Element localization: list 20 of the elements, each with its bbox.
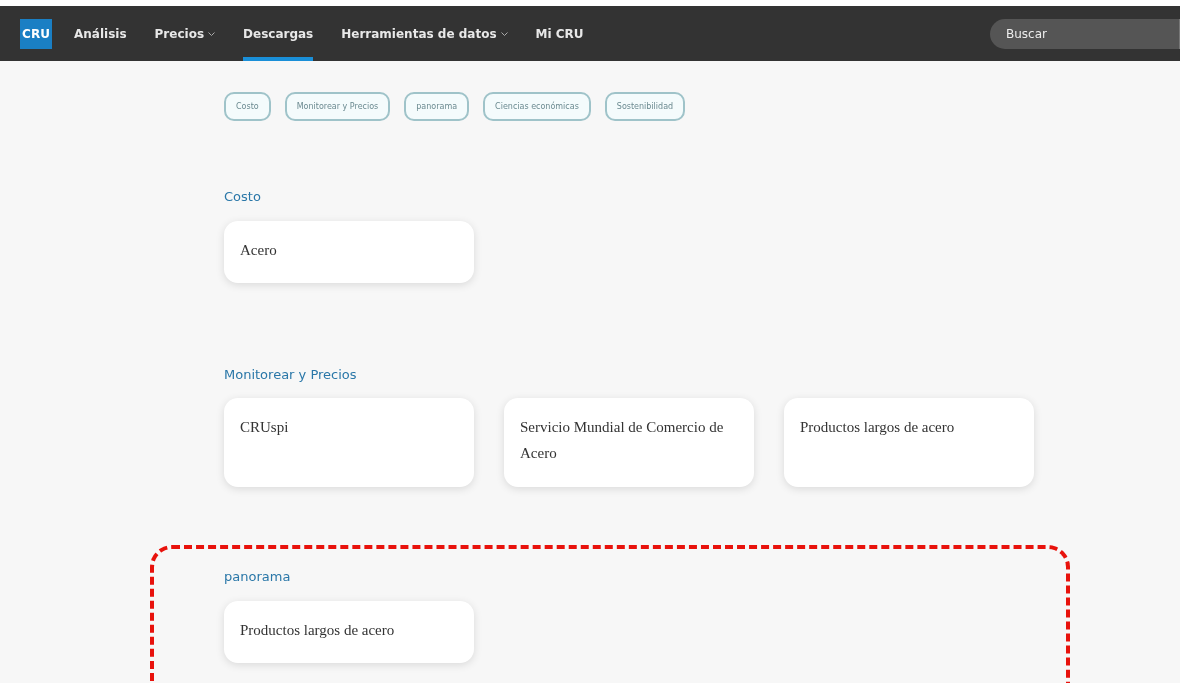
nav-tab[interactable]: Análisis [74, 6, 127, 61]
section-heading: Costo [224, 188, 262, 206]
nav-tab[interactable]: Herramientas de datos [341, 6, 508, 61]
category-card[interactable]: Acero [224, 220, 474, 283]
category-card[interactable]: Productos largos de acero [784, 398, 1034, 487]
filter-chip[interactable]: Costo [224, 92, 271, 121]
logo[interactable]: CRU [20, 18, 52, 49]
filter-chip[interactable]: Sostenibilidad [604, 92, 686, 121]
filter-chip[interactable]: panorama [404, 92, 470, 121]
nav-tab[interactable]: Precios [154, 6, 216, 61]
filter-chip[interactable]: Monitorear y Precios [284, 92, 391, 121]
category-card[interactable]: Productos largos de acero [224, 600, 474, 663]
category-card[interactable]: Servicio Mundial de Comercio de Acero [504, 398, 754, 487]
search-field[interactable]: Buscar [990, 18, 1180, 49]
nav-tab[interactable]: Mi CRU [535, 6, 584, 61]
section-heading: Monitorear y Precios [224, 365, 358, 384]
category-card[interactable]: CRUspi [224, 398, 474, 487]
section-heading: panorama [224, 568, 292, 586]
filter-chip[interactable]: Ciencias económicas [483, 92, 591, 121]
nav-tab[interactable]: Descargas [243, 6, 314, 61]
